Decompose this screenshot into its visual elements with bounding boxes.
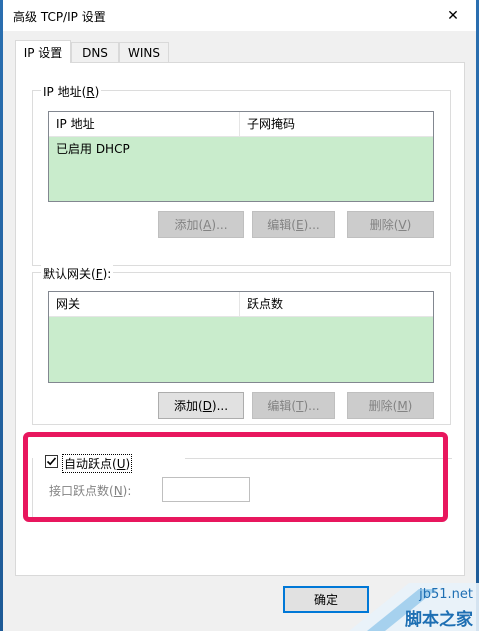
gateway-delete-button[interactable]: 删除(M)	[347, 392, 434, 419]
dhcp-enabled-text: 已启用 DHCP	[56, 142, 130, 156]
ip-settings-panel: IP 地址(R) IP 地址 子网掩码 已启用 DHCP 添加(A)... 编…	[15, 62, 465, 576]
gateway-add-button[interactable]: 添加(D)...	[158, 392, 244, 419]
default-gateway-group-label: 默认网关(F):	[41, 265, 114, 282]
tab-ip-settings[interactable]: IP 设置	[15, 40, 71, 63]
metric-group-divider	[185, 458, 452, 459]
ip-address-group: IP 地址(R) IP 地址 子网掩码 已启用 DHCP 添加(A)... 编…	[32, 83, 451, 266]
gateway-edit-button[interactable]: 编辑(T)...	[252, 392, 335, 419]
ip-address-list[interactable]: IP 地址 子网掩码 已启用 DHCP	[48, 111, 434, 202]
column-header-ip[interactable]: IP 地址	[49, 112, 239, 136]
checkmark-icon	[46, 457, 57, 466]
watermark-brand: 脚本之家	[405, 610, 473, 630]
column-header-subnet[interactable]: 子网掩码	[239, 112, 425, 136]
tab-wins[interactable]: WINS	[119, 42, 169, 62]
tab-ip-settings-label: IP 设置	[23, 45, 63, 60]
column-header-gateway[interactable]: 网关	[49, 292, 239, 316]
tab-dns-label: DNS	[82, 45, 108, 60]
advanced-tcpip-dialog: 高级 TCP/IP 设置 ✕ IP 设置 DNS WINS IP 地址(R) I…	[3, 0, 476, 631]
ip-list-header: IP 地址 子网掩码	[49, 112, 433, 137]
close-icon: ✕	[447, 7, 459, 24]
watermark-site: jb51.net	[419, 587, 473, 602]
gateway-list[interactable]: 网关 跃点数	[48, 291, 434, 383]
column-header-metric[interactable]: 跃点数	[239, 292, 425, 316]
title-bar: 高级 TCP/IP 设置 ✕	[3, 0, 476, 31]
window-title: 高级 TCP/IP 设置	[13, 10, 106, 24]
tab-wins-label: WINS	[128, 45, 160, 60]
default-gateway-group: 默认网关(F): 网关 跃点数 添加(D)... 编辑(T)... 删除(M)	[32, 265, 451, 425]
ip-address-group-label: IP 地址(R)	[41, 83, 102, 100]
tab-dns[interactable]: DNS	[71, 42, 119, 62]
ip-add-button[interactable]: 添加(A)...	[158, 211, 244, 238]
interface-metric-input[interactable]	[162, 477, 250, 502]
site-watermark: jb51.net 脚本之家	[349, 583, 479, 631]
interface-metric-label: 接口跃点数(N):	[49, 484, 132, 498]
auto-metric-label[interactable]: 自动跃点(U)	[62, 454, 133, 473]
gateway-list-header: 网关 跃点数	[49, 292, 433, 317]
ip-delete-button[interactable]: 删除(V)	[347, 211, 434, 238]
ok-button-label: 确定	[313, 593, 338, 607]
list-item[interactable]: 已启用 DHCP	[56, 140, 130, 157]
close-button[interactable]: ✕	[430, 0, 476, 31]
ip-edit-button[interactable]: 编辑(E)...	[252, 211, 335, 238]
auto-metric-checkbox[interactable]	[45, 455, 58, 468]
